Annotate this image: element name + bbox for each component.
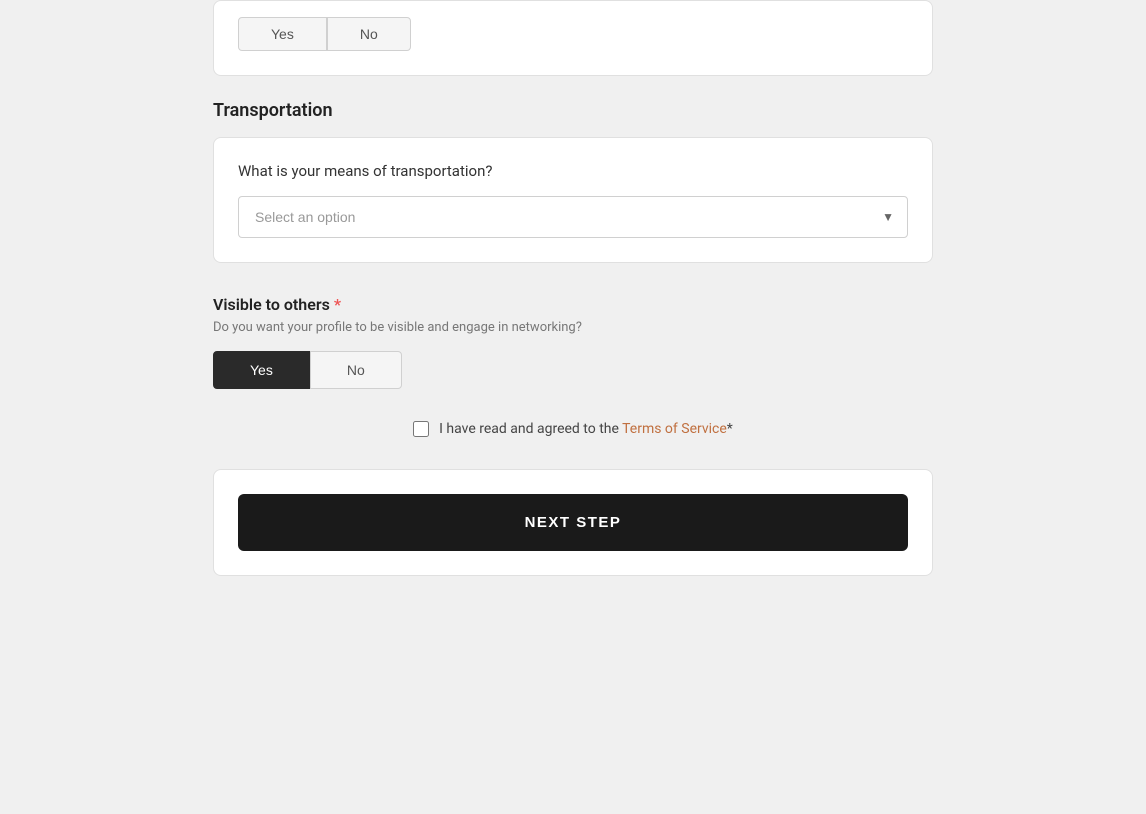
visible-to-others-section: Visible to others * Do you want your pro… — [213, 295, 933, 389]
visible-to-others-description: Do you want your profile to be visible a… — [213, 320, 933, 335]
visible-yes-button[interactable]: Yes — [213, 351, 310, 389]
transportation-section-label: Transportation — [213, 100, 933, 121]
top-card: Yes No — [213, 0, 933, 76]
transportation-card: What is your means of transportation? Se… — [213, 137, 933, 263]
terms-text: I have read and agreed to the Terms of S… — [439, 421, 733, 437]
main-content: Yes No Transportation What is your means… — [213, 0, 933, 576]
visible-to-others-title: Visible to others * — [213, 295, 933, 314]
transportation-select-wrapper: Select an optionCarBicyclePublic Transpo… — [238, 196, 908, 238]
terms-of-service-link[interactable]: Terms of Service — [622, 421, 727, 437]
top-yes-no-group: Yes No — [238, 17, 908, 51]
required-star: * — [334, 295, 341, 314]
terms-checkbox[interactable] — [413, 421, 429, 437]
next-step-wrapper: NEXT STEP — [213, 469, 933, 576]
top-no-button[interactable]: No — [327, 17, 411, 51]
top-yes-button[interactable]: Yes — [238, 17, 327, 51]
page-container: Yes No Transportation What is your means… — [0, 0, 1146, 814]
visible-yes-no-group: Yes No — [213, 351, 933, 389]
next-step-button[interactable]: NEXT STEP — [238, 494, 908, 551]
transportation-dropdown[interactable]: Select an optionCarBicyclePublic Transpo… — [238, 196, 908, 238]
terms-section: I have read and agreed to the Terms of S… — [213, 421, 933, 437]
visible-no-button[interactable]: No — [310, 351, 402, 389]
transportation-question: What is your means of transportation? — [238, 162, 908, 180]
terms-prefix: I have read and agreed to the — [439, 421, 622, 437]
terms-required-star: * — [727, 421, 733, 437]
visible-to-others-label: Visible to others — [213, 295, 330, 314]
